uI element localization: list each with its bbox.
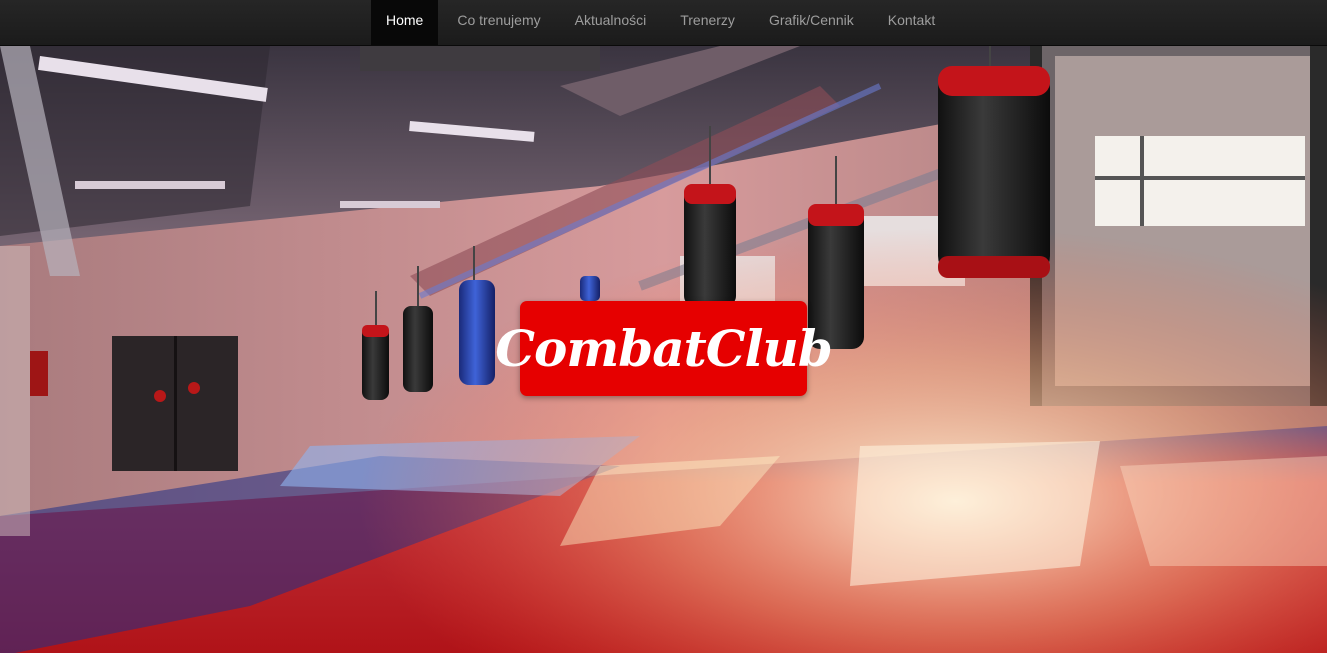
nav-item-grafik-cennik[interactable]: Grafik/Cennik	[754, 0, 869, 45]
punching-bag	[938, 46, 1050, 278]
top-navbar: Home Co trenujemy Aktualności Trenerzy G…	[0, 0, 1327, 46]
brand-logo-badge: CombatClub	[495, 301, 833, 396]
hero-banner: CombatClub	[0, 46, 1327, 653]
nav-item-co-trenujemy[interactable]: Co trenujemy	[442, 0, 555, 45]
brand-logo-text: CombatClub	[495, 319, 833, 378]
nav-menu: Home Co trenujemy Aktualności Trenerzy G…	[371, 0, 954, 45]
nav-item-kontakt[interactable]: Kontakt	[873, 0, 950, 45]
punching-bag-blue	[580, 276, 600, 301]
nav-item-home[interactable]: Home	[371, 0, 439, 45]
nav-item-trenerzy[interactable]: Trenerzy	[665, 0, 750, 45]
nav-item-aktualnosci[interactable]: Aktualności	[560, 0, 662, 45]
